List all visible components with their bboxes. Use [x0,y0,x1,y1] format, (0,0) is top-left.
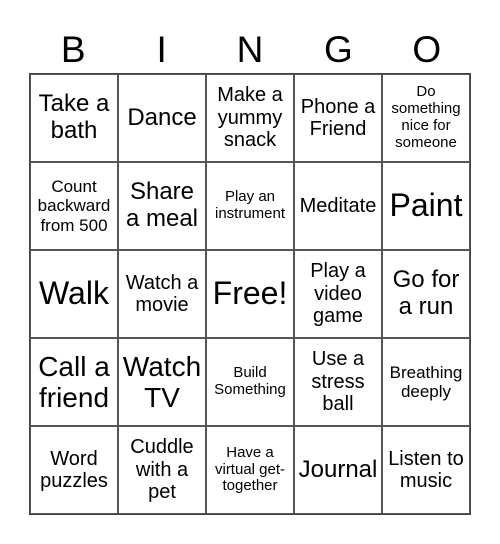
free-space-cell[interactable]: Free! [206,250,294,338]
bingo-cell[interactable]: Dance [118,74,206,162]
bingo-cell[interactable]: Call a friend [30,338,118,426]
bingo-cell[interactable]: Walk [30,250,118,338]
header-letter-i: I [156,29,167,70]
bingo-cell[interactable]: Word puzzles [30,426,118,514]
header-letter-n: N [236,29,264,70]
bingo-grid: Take a bath Dance Make a yummy snack Pho… [29,73,471,515]
bingo-cell[interactable]: Use a stress ball [294,338,382,426]
bingo-cell[interactable]: Share a meal [118,162,206,250]
bingo-cell[interactable]: Journal [294,426,382,514]
bingo-cell[interactable]: Count backward from 500 [30,162,118,250]
bingo-cell[interactable]: Watch TV [118,338,206,426]
bingo-cell[interactable]: Have a virtual get-together [206,426,294,514]
bingo-cell[interactable]: Play an instrument [206,162,294,250]
bingo-cell[interactable]: Paint [382,162,470,250]
bingo-cell[interactable]: Build Something [206,338,294,426]
bingo-cell[interactable]: Play a video game [294,250,382,338]
bingo-cell[interactable]: Go for a run [382,250,470,338]
bingo-cell[interactable]: Do something nice for someone [382,74,470,162]
bingo-cell[interactable]: Make a yummy snack [206,74,294,162]
bingo-cell[interactable]: Cuddle with a pet [118,426,206,514]
bingo-cell[interactable]: Breathing deeply [382,338,470,426]
header-letter-o: O [412,29,442,70]
bingo-header: B I N G O [29,28,471,72]
header-letter-g: G [324,29,353,70]
bingo-cell[interactable]: Watch a movie [118,250,206,338]
header-letter-b: B [60,29,86,70]
bingo-cell[interactable]: Listen to music [382,426,470,514]
bingo-cell[interactable]: Phone a Friend [294,74,382,162]
bingo-cell[interactable]: Take a bath [30,74,118,162]
bingo-cell[interactable]: Meditate [294,162,382,250]
